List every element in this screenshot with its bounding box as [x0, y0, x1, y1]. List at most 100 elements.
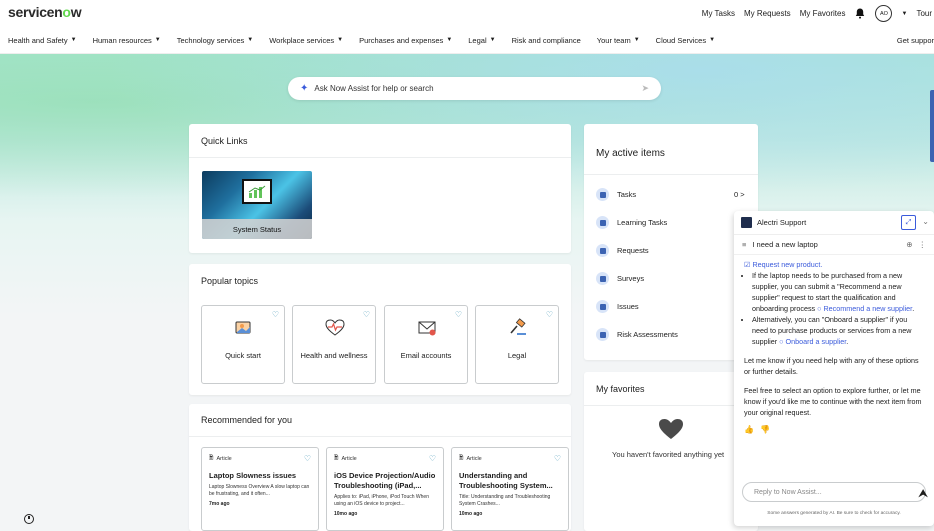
article-tag: Article	[466, 455, 482, 462]
chat-paragraph: Feel free to select an option to explore…	[744, 386, 922, 417]
article-desc: Applies to: iPad, iPhone, iPod Touch Whe…	[334, 494, 429, 507]
heart-icon	[659, 419, 683, 439]
chevron-down-icon: ▼	[70, 37, 77, 43]
avatar[interactable]: AO	[875, 5, 893, 22]
chat-panel: Alectri Support ⤢ ⌄ ≡ I need a new lapto…	[734, 211, 934, 526]
favorites-card: My favorites You haven't favorited anyth…	[584, 372, 758, 531]
active-item-requests[interactable]: Requests	[596, 244, 649, 257]
sparkle-icon: ✦	[300, 83, 309, 94]
side-panel-tab[interactable]	[930, 90, 934, 162]
popular-topics-title: Popular topics	[201, 276, 259, 286]
chevron-down-icon: ▼	[633, 37, 640, 43]
chevron-down-icon: ▼	[154, 37, 161, 43]
my-tasks-link[interactable]: My Tasks	[702, 9, 735, 18]
active-item-surveys[interactable]: Surveys	[596, 272, 644, 285]
cursor-icon: ⮝	[918, 486, 929, 500]
alectri-logo-icon	[741, 217, 752, 228]
recommend-supplier-link[interactable]: ○ Recommend a new supplier	[817, 304, 912, 313]
thumbs-down-icon[interactable]: 👎	[760, 424, 770, 435]
add-icon[interactable]: ⊕	[906, 240, 912, 249]
reply-input[interactable]: Reply to Now Assist...	[742, 482, 926, 502]
topic-health-and-wellness[interactable]: ♡ Health and wellness	[292, 305, 376, 384]
article-card[interactable]: 🗎 Article ♡ Understanding and Troubleshoo…	[451, 447, 569, 531]
heart-icon[interactable]: ♡	[363, 310, 370, 319]
chat-title: Alectri Support	[757, 218, 807, 227]
picture-icon	[235, 321, 251, 334]
gavel-icon	[510, 318, 526, 335]
chevron-down-icon[interactable]: ▼	[901, 11, 907, 17]
nav-item-health-and-safety[interactable]: Health and Safety ▼	[0, 36, 85, 45]
top-bar: servicenow My Tasks My Requests My Favor…	[0, 0, 934, 27]
nav-item-workplace-services[interactable]: Workplace services ▼	[261, 36, 351, 45]
divider	[189, 157, 571, 158]
nav-item-cloud-services[interactable]: Cloud Services ▼	[648, 36, 723, 45]
nav-item-technology-services[interactable]: Technology services ▼	[169, 36, 262, 45]
bell-icon[interactable]	[854, 8, 866, 20]
active-item-issues[interactable]: Issues	[596, 300, 639, 313]
onboard-supplier-link[interactable]: ○ Onboard a supplier	[779, 337, 846, 346]
topic-legal[interactable]: ♡ Legal	[475, 305, 559, 384]
active-item-risk-assessments[interactable]: Risk Assessments	[596, 328, 678, 341]
active-items-title: My active items	[596, 148, 665, 159]
article-card[interactable]: 🗎 Article ♡ Laptop Slowness issues Laptop…	[201, 447, 319, 531]
search-placeholder: Ask Now Assist for help or search	[314, 84, 434, 93]
chevron-down-icon: ▼	[446, 37, 453, 43]
chevron-down-icon: ▼	[489, 37, 496, 43]
tour-link[interactable]: Tour	[916, 9, 932, 18]
nav-item-human-resources[interactable]: Human resources ▼	[85, 36, 169, 45]
nav-item-legal[interactable]: Legal ▼	[460, 36, 503, 45]
nav-item-get-support[interactable]: Get suppor	[897, 36, 934, 45]
nav-item-purchases-and-expenses[interactable]: Purchases and expenses ▼	[351, 36, 460, 45]
heart-icon[interactable]: ♡	[554, 454, 561, 463]
envelope-icon	[418, 321, 436, 336]
issue-icon	[596, 300, 609, 313]
heart-icon[interactable]: ♡	[546, 310, 553, 319]
article-tag: Article	[216, 455, 232, 462]
chat-bullet: Alternatively, you can "Onboard a suppli…	[752, 314, 922, 347]
my-requests-link[interactable]: My Requests	[744, 9, 791, 18]
active-item-learning-tasks[interactable]: Learning Tasks	[596, 216, 667, 229]
servicenow-logo[interactable]: servicenow	[8, 4, 82, 20]
my-favorites-link[interactable]: My Favorites	[800, 9, 846, 18]
divider	[584, 405, 758, 406]
quick-links-title: Quick Links	[201, 136, 248, 146]
task-icon	[596, 188, 609, 201]
more-icon[interactable]: ⋮	[919, 240, 927, 249]
document-icon: 🗎	[459, 455, 464, 461]
heart-icon[interactable]: ♡	[272, 310, 279, 319]
send-icon[interactable]: ➤	[641, 83, 649, 94]
heart-icon[interactable]: ♡	[429, 454, 436, 463]
chevron-down-icon[interactable]: ⌄	[922, 217, 929, 226]
request-icon	[596, 244, 609, 257]
risk-icon	[596, 328, 609, 341]
chevron-down-icon: ▼	[709, 37, 716, 43]
ai-disclaimer: Some answers generated by AI. Be sure to…	[767, 511, 901, 516]
chat-thread-title: I need a new laptop	[752, 240, 818, 249]
search-input[interactable]: ✦ Ask Now Assist for help or search ➤	[288, 77, 661, 100]
nav-item-your-team[interactable]: Your team ▼	[589, 36, 648, 45]
main-nav: Health and Safety ▼ Human resources ▼ Tech…	[0, 27, 934, 54]
system-status-tile[interactable]: System Status	[202, 171, 312, 239]
article-title: Understanding and Troubleshooting System…	[459, 471, 553, 490]
thumbs-up-icon[interactable]: 👍	[744, 424, 754, 435]
presentation-chart-icon	[242, 179, 272, 204]
article-desc: Title: Understanding and Troubleshooting…	[459, 494, 551, 507]
menu-icon[interactable]: ≡	[742, 240, 746, 249]
edit-icon: ☑	[744, 260, 751, 269]
topic-quick-start[interactable]: ♡ Quick start	[201, 305, 285, 384]
article-desc: Laptop Slowness Overview A slow laptop c…	[209, 484, 310, 497]
clock-icon[interactable]	[24, 514, 34, 524]
tasks-count[interactable]: 0 >	[734, 190, 745, 199]
system-status-label: System Status	[202, 219, 312, 239]
document-icon: 🗎	[334, 455, 339, 461]
article-age: 7mo ago	[209, 501, 230, 507]
nav-item-risk-and-compliance[interactable]: Risk and compliance	[504, 36, 589, 45]
article-card[interactable]: 🗎 Article ♡ iOS Device Projection/Audio T…	[326, 447, 444, 531]
chat-bullet: If the laptop needs to be purchased from…	[752, 270, 922, 314]
topic-email-accounts[interactable]: ♡ Email accounts	[384, 305, 468, 384]
heart-icon[interactable]: ♡	[304, 454, 311, 463]
active-item-tasks[interactable]: Tasks	[596, 188, 636, 201]
heart-icon[interactable]: ♡	[455, 310, 462, 319]
request-new-product-link[interactable]: Request new product.	[752, 260, 822, 269]
expand-icon[interactable]: ⤢	[901, 215, 916, 230]
